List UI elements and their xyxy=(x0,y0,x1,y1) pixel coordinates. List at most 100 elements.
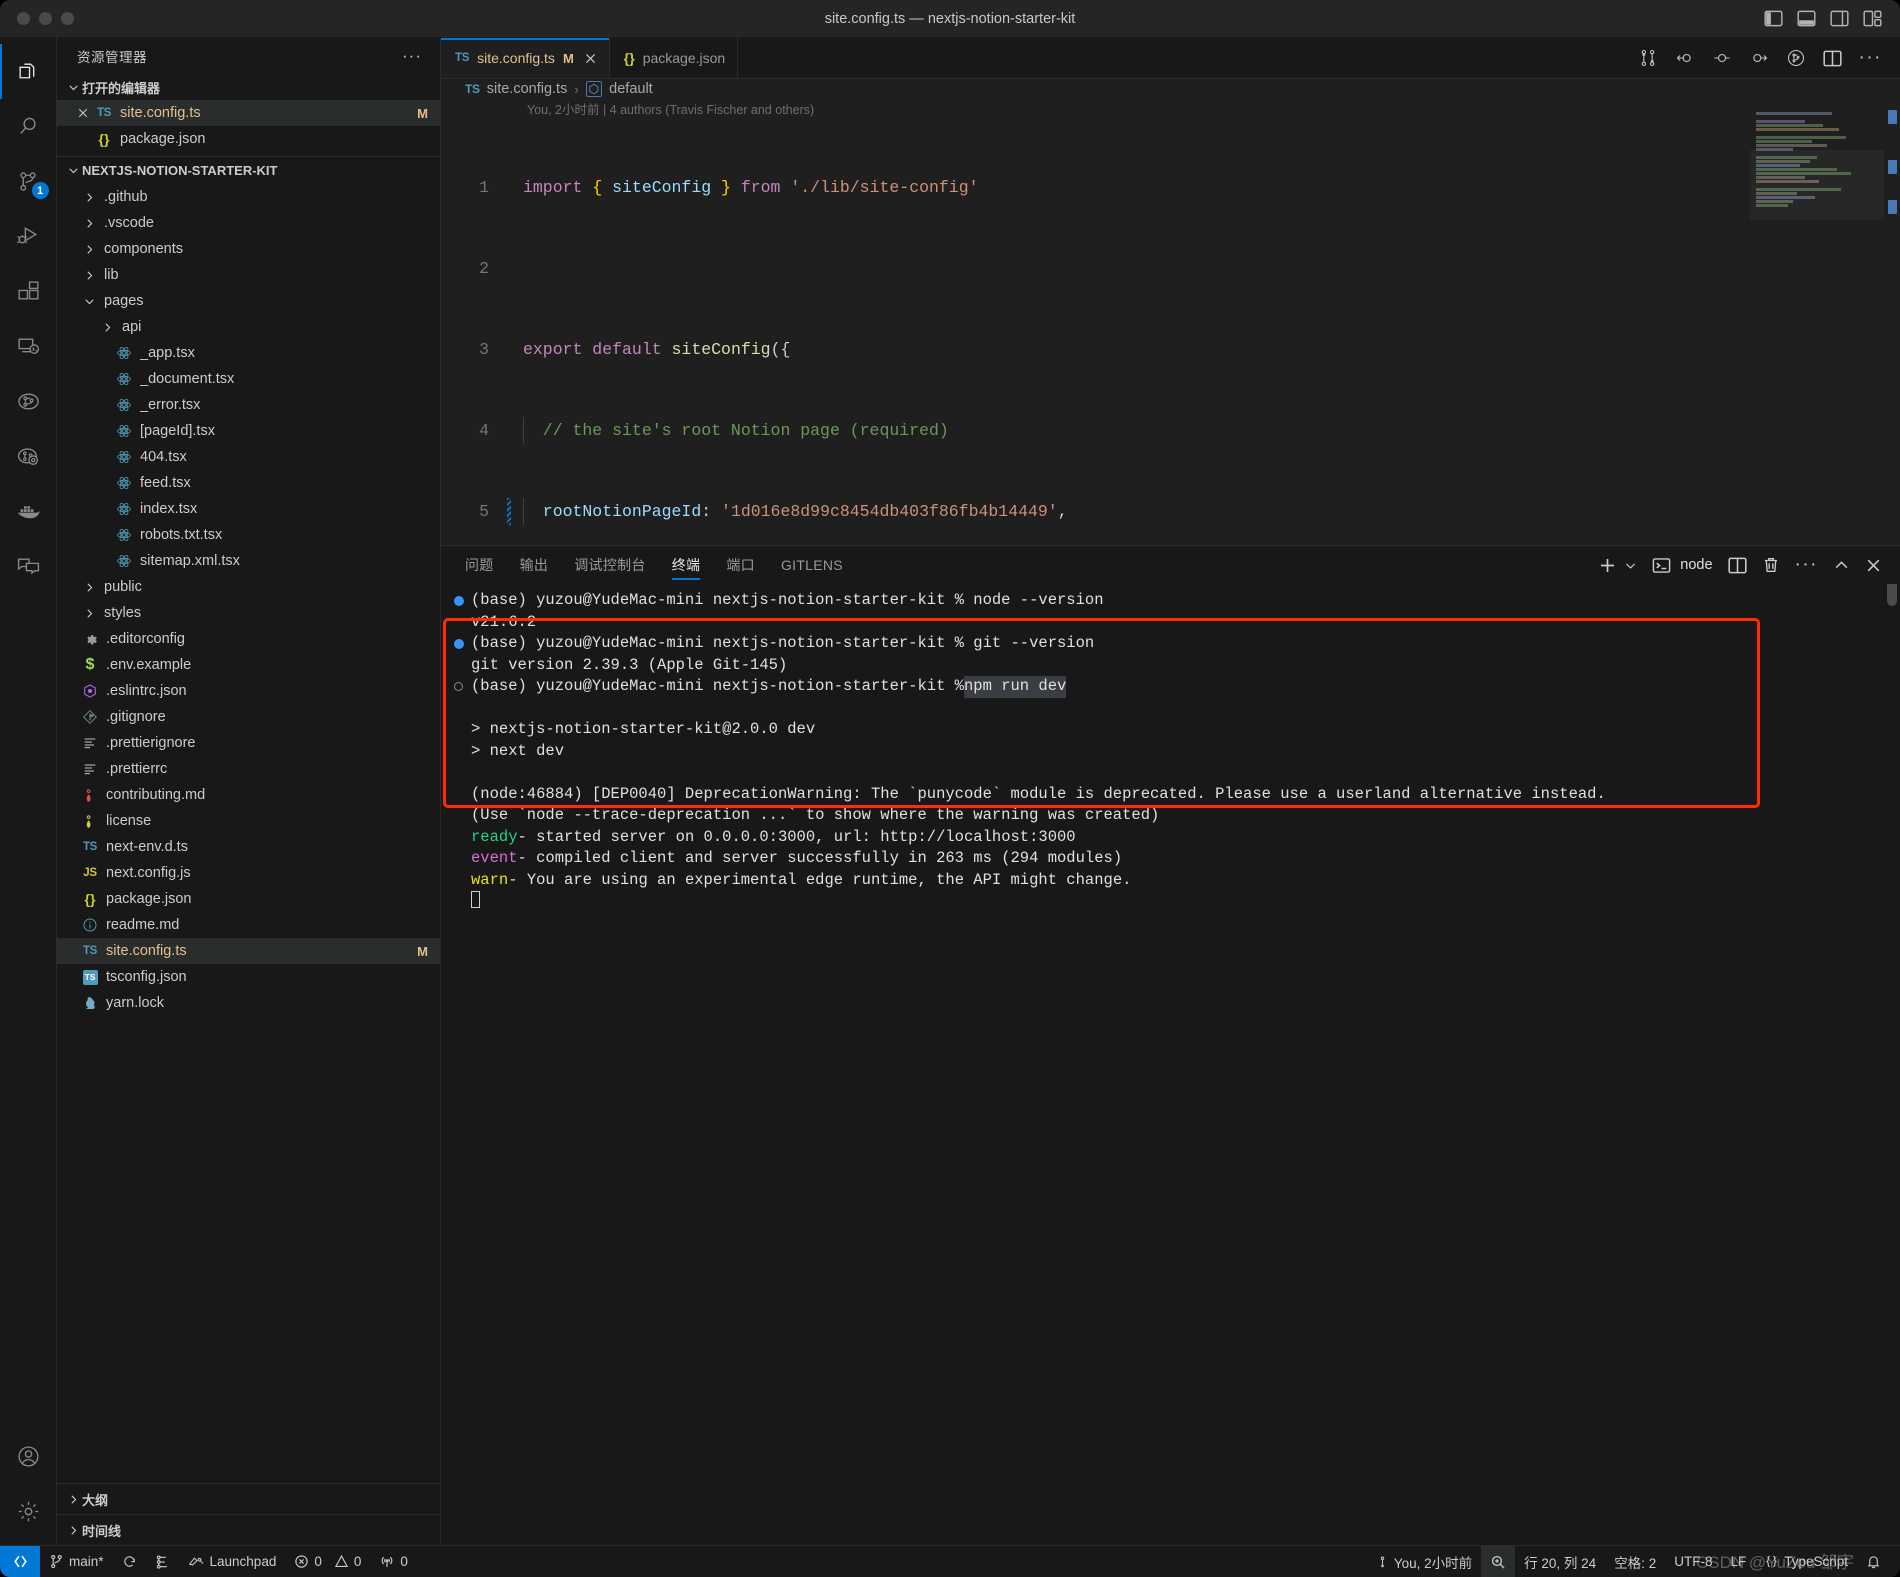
split-editor-icon[interactable] xyxy=(1822,49,1842,68)
status-launchpad[interactable]: Launchpad xyxy=(179,1546,286,1577)
chevron-down-icon[interactable] xyxy=(1624,559,1637,572)
split-terminal-icon[interactable] xyxy=(1727,556,1747,575)
section-project-root[interactable]: NEXTJS-NOTION-STARTER-KIT xyxy=(57,156,440,184)
panel-tab-terminal[interactable]: 终端 xyxy=(671,546,701,584)
chevron-up-icon[interactable] xyxy=(1833,557,1850,574)
toggle-secondary-sidebar-icon[interactable] xyxy=(1830,9,1849,28)
tree-file-index-tsx[interactable]: index.tsx xyxy=(57,496,440,522)
panel-tab-output[interactable]: 输出 xyxy=(520,546,549,584)
tree-file-robots-txt-tsx[interactable]: robots.txt.tsx xyxy=(57,522,440,548)
tree-file-feed-tsx[interactable]: feed.tsx xyxy=(57,470,440,496)
breadcrumb-file[interactable]: site.config.ts xyxy=(487,81,568,97)
tree-file-site-config-ts[interactable]: TS site.config.ts M xyxy=(57,938,440,964)
tree-file-eslintrc-json[interactable]: .eslintrc.json xyxy=(57,678,440,704)
tree-file-tsconfig-json[interactable]: TS tsconfig.json xyxy=(57,964,440,990)
tree-folder-styles[interactable]: styles xyxy=(57,600,440,626)
trash-icon[interactable] xyxy=(1762,556,1780,574)
editor-scrollbar[interactable] xyxy=(1884,99,1900,545)
remote-window-button[interactable] xyxy=(0,1545,40,1577)
section-timeline[interactable]: 时间线 xyxy=(57,1514,440,1545)
tree-file-404-tsx[interactable]: 404.tsx xyxy=(57,444,440,470)
compare-changes-icon[interactable] xyxy=(1638,48,1658,68)
activity-item-source-control[interactable]: 1 xyxy=(0,154,57,209)
activity-item-docker[interactable] xyxy=(0,484,57,539)
tree-file-gitignore[interactable]: .gitignore xyxy=(57,704,440,730)
activity-item-run-and-debug[interactable] xyxy=(0,209,57,264)
commit-icon[interactable] xyxy=(1712,48,1732,68)
tree-folder-vscode[interactable]: .vscode xyxy=(57,210,440,236)
activity-item-extensions[interactable] xyxy=(0,264,57,319)
panel-tab-problems[interactable]: 问题 xyxy=(465,546,494,584)
close-icon[interactable] xyxy=(73,107,93,119)
open-editor-package-json[interactable]: {} package.json xyxy=(57,126,440,152)
status-branch[interactable]: main* xyxy=(40,1546,113,1577)
tree-file-app-tsx[interactable]: _app.tsx xyxy=(57,340,440,366)
tree-folder-public[interactable]: public xyxy=(57,574,440,600)
tree-file-prettierignore[interactable]: .prettierignore xyxy=(57,730,440,756)
tree-file-document-tsx[interactable]: _document.tsx xyxy=(57,366,440,392)
minimize-window-button[interactable] xyxy=(39,12,52,25)
previous-change-icon[interactable] xyxy=(1675,48,1695,68)
status-cursor-position[interactable]: 行 20, 列 24 xyxy=(1515,1546,1605,1577)
activity-item-search[interactable] xyxy=(0,99,57,154)
section-open-editors[interactable]: 打开的编辑器 xyxy=(57,74,440,100)
tree-file-yarn-lock[interactable]: yarn.lock xyxy=(57,990,440,1016)
tree-file-readme-md[interactable]: readme.md xyxy=(57,912,440,938)
activity-item-accounts[interactable] xyxy=(0,1429,57,1484)
tree-folder-lib[interactable]: lib xyxy=(57,262,440,288)
tree-file-next-config-js[interactable]: JS next.config.js xyxy=(57,860,440,886)
status-gitlens-graph[interactable] xyxy=(146,1546,179,1577)
toggle-primary-sidebar-icon[interactable] xyxy=(1764,9,1783,28)
panel-tab-gitlens[interactable]: GITLENS xyxy=(781,546,843,584)
status-blame[interactable]: You, 2小时前 xyxy=(1367,1546,1481,1577)
zoom-window-button[interactable] xyxy=(61,12,74,25)
traffic-lights[interactable] xyxy=(0,12,74,25)
close-icon[interactable] xyxy=(1865,557,1882,574)
terminal-output[interactable]: (base) yuzou@YudeMac-mini nextjs-notion-… xyxy=(441,584,1900,1545)
terminal-icon[interactable] xyxy=(1652,556,1671,575)
tree-file-package-json[interactable]: {} package.json xyxy=(57,886,440,912)
status-encoding[interactable]: UTF-8 xyxy=(1665,1546,1721,1577)
gitlens-blame-icon[interactable] xyxy=(1786,48,1806,68)
activity-item-settings[interactable] xyxy=(0,1484,57,1539)
tab-package-json[interactable]: {} package.json xyxy=(609,38,739,78)
status-eol[interactable]: LF xyxy=(1721,1546,1755,1577)
open-editor-site-config[interactable]: TS site.config.ts M xyxy=(57,100,440,126)
close-window-button[interactable] xyxy=(17,12,30,25)
tree-file-pageid-tsx[interactable]: [pageId].tsx xyxy=(57,418,440,444)
tree-folder-pages[interactable]: pages xyxy=(57,288,440,314)
status-problems[interactable]: 0 0 xyxy=(285,1546,370,1577)
status-ports[interactable]: 0 xyxy=(370,1546,417,1577)
status-notifications[interactable] xyxy=(1857,1546,1890,1577)
close-icon[interactable] xyxy=(584,52,597,65)
status-language-mode[interactable]: TypeScript xyxy=(1755,1546,1857,1577)
status-indentation[interactable]: 空格: 2 xyxy=(1605,1546,1665,1577)
tree-file-editorconfig[interactable]: .editorconfig xyxy=(57,626,440,652)
customize-layout-icon[interactable] xyxy=(1863,9,1882,28)
activity-item-explorer[interactable] xyxy=(0,44,57,99)
activity-item-chat[interactable] xyxy=(0,539,57,594)
terminal-name[interactable]: node xyxy=(1680,557,1712,573)
minimap-slider[interactable] xyxy=(1750,149,1884,220)
section-outline[interactable]: 大纲 xyxy=(57,1483,440,1514)
panel-tab-ports[interactable]: 端口 xyxy=(726,546,755,584)
breadcrumb-symbol[interactable]: default xyxy=(609,81,653,97)
toggle-panel-icon[interactable] xyxy=(1797,9,1816,28)
panel-tab-debug-console[interactable]: 调试控制台 xyxy=(574,546,646,584)
plus-icon[interactable] xyxy=(1598,556,1617,575)
next-change-icon[interactable] xyxy=(1749,48,1769,68)
minimap[interactable] xyxy=(1750,99,1884,545)
terminal-scrollbar[interactable] xyxy=(1887,584,1897,606)
tree-file-contributing-md[interactable]: contributing.md xyxy=(57,782,440,808)
tree-folder-api[interactable]: api xyxy=(57,314,440,340)
tree-file-error-tsx[interactable]: _error.tsx xyxy=(57,392,440,418)
status-zoom[interactable] xyxy=(1481,1545,1516,1577)
sidebar-more-icon[interactable]: ··· xyxy=(402,46,432,66)
code-editor[interactable]: You, 2小时前 | 4 authors (Travis Fischer an… xyxy=(441,99,1900,545)
tree-file-prettierrc[interactable]: .prettierrc xyxy=(57,756,440,782)
tree-file-env-example[interactable]: $ .env.example xyxy=(57,652,440,678)
tab-site-config-ts[interactable]: TS site.config.ts M xyxy=(441,38,610,78)
tree-file-sitemap-xml-tsx[interactable]: sitemap.xml.tsx xyxy=(57,548,440,574)
tree-folder-components[interactable]: components xyxy=(57,236,440,262)
activity-item-gitlens-inspect[interactable] xyxy=(0,429,57,484)
